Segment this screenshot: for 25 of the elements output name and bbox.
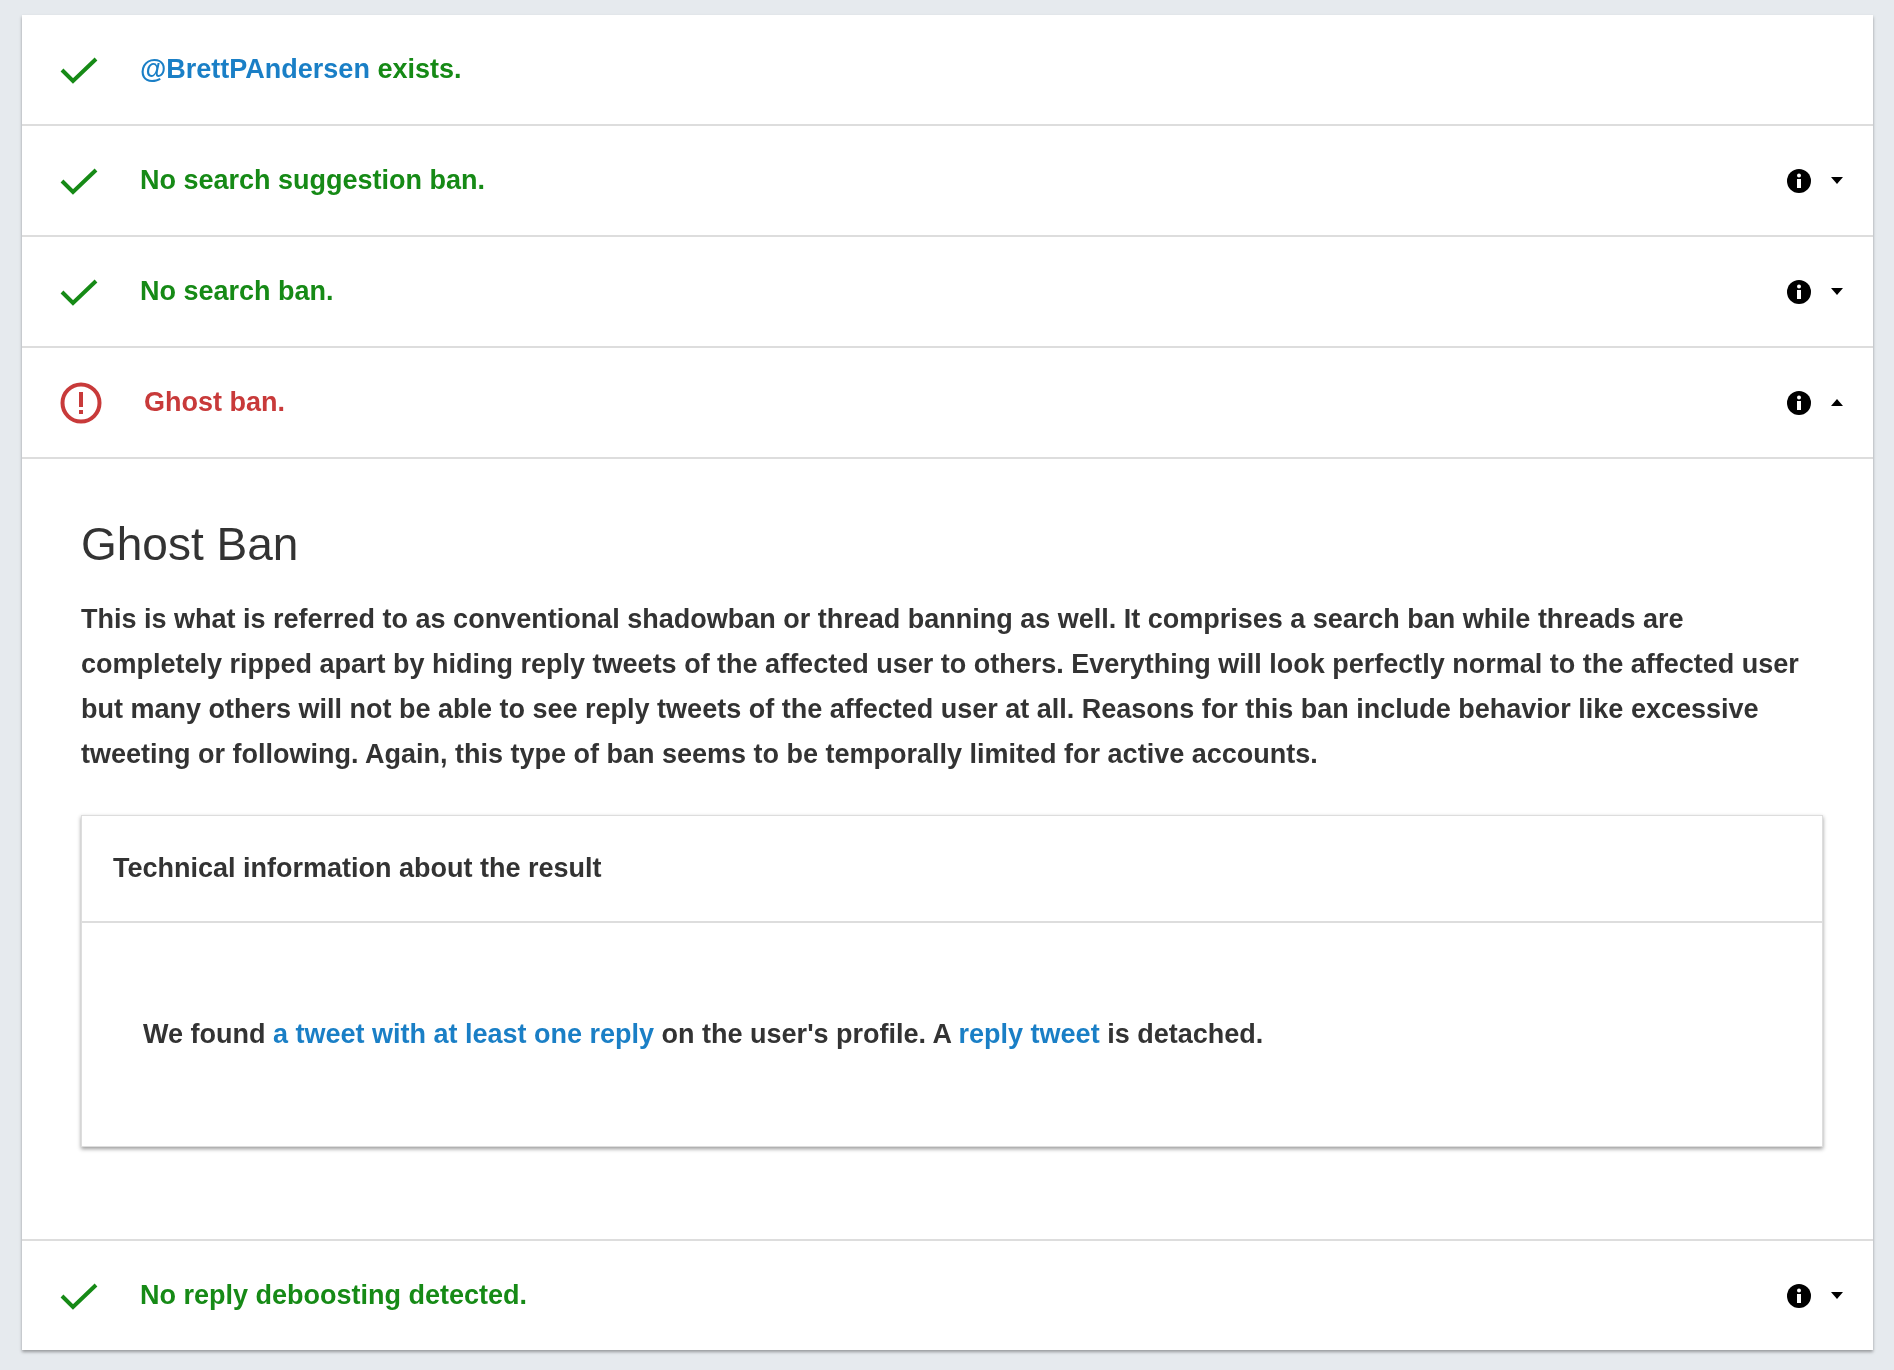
technical-info-title: Technical information about the result	[82, 816, 1822, 923]
result-title: No search ban.	[140, 276, 335, 307]
info-icon[interactable]	[1787, 1283, 1811, 1308]
info-icon[interactable]	[1787, 168, 1811, 193]
check-icon	[60, 1281, 98, 1310]
link[interactable]: a tweet with at least one reply	[273, 1019, 655, 1049]
check-icon	[60, 166, 98, 195]
info-icon[interactable]	[1787, 279, 1811, 304]
info-icon[interactable]	[1787, 390, 1811, 415]
result-title: @BrettPAndersen exists.	[140, 54, 463, 85]
result-title: Ghost ban.	[144, 387, 286, 418]
detail-heading: Ghost Ban	[81, 517, 300, 571]
check-icon	[60, 277, 98, 306]
detail-paragraph: This is what is referred to as conventional shadowban or thread banning as well. It comprises a search ban while threads are completely ripped apart by hiding reply tweets of the affected user to others. Everything will look perfectly normal to the affected user but many others will not be able to see reply tweets of the affected user at all. Reasons for this ban include behavior like excessive tweeting or following. Again, this type of ban seems to be temporally limited for active accounts.	[81, 603, 1800, 771]
check-icon	[60, 55, 98, 84]
result-title: No search suggestion ban.	[140, 165, 487, 196]
caret-icon[interactable]	[1831, 177, 1843, 184]
link[interactable]: reply tweet	[958, 1019, 1100, 1049]
link[interactable]: @BrettPAndersen	[140, 54, 370, 84]
caret-icon[interactable]	[1831, 288, 1843, 295]
caret-icon[interactable]	[1831, 399, 1843, 406]
result-title: No reply deboosting detected.	[140, 1280, 529, 1311]
caret-icon[interactable]	[1831, 1292, 1843, 1299]
exclamation-circle-icon	[60, 381, 102, 424]
technical-info-text: We found a tweet with at least one reply on the user's profile. A reply tweet is detached.	[143, 1019, 1265, 1050]
